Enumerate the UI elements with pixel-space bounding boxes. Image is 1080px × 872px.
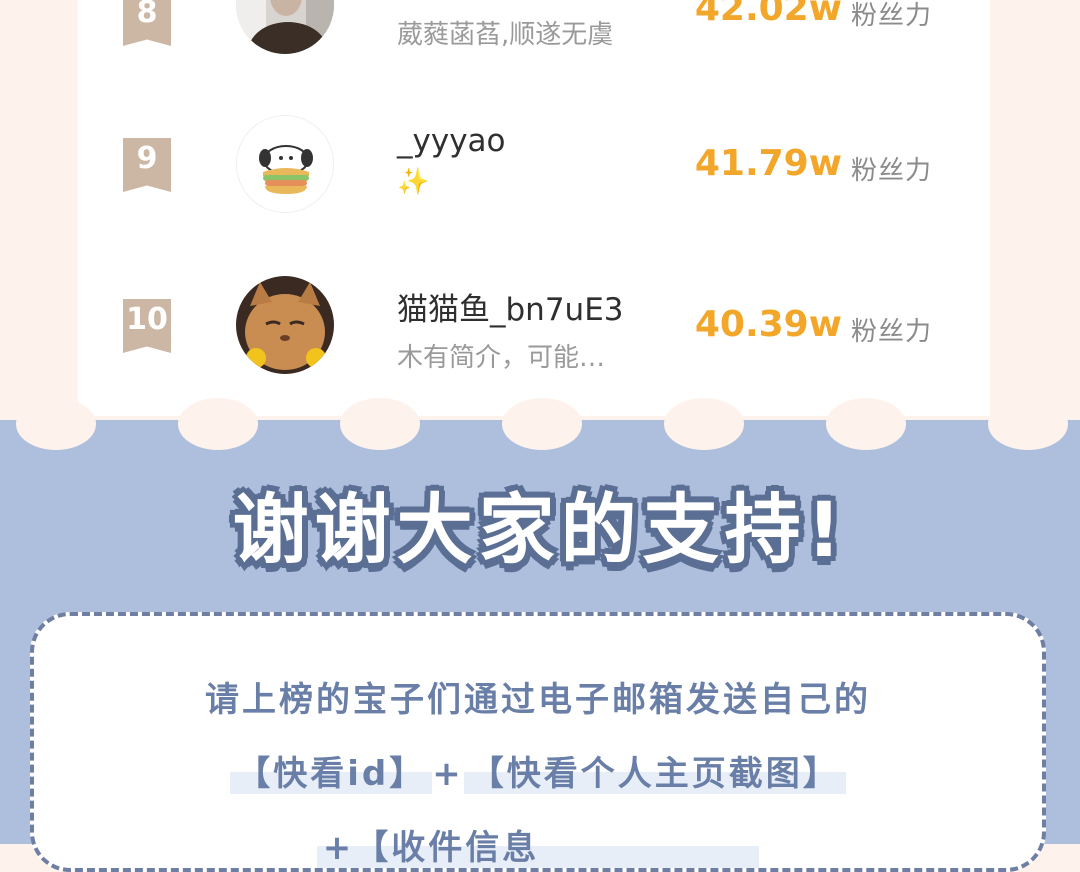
ranking-row[interactable]: 9 _yyyao ✨ 41.79w 粉丝力	[78, 112, 990, 242]
notice-line-2: 【快看id】 + 【快看个人主页截图】	[34, 746, 1042, 795]
scallop-decoration	[826, 398, 906, 450]
scallop-decoration	[664, 398, 744, 450]
rank-number: 10	[126, 302, 168, 337]
user-name[interactable]: 猫猫鱼_bn7uE3	[397, 284, 624, 329]
user-photo-icon	[236, 0, 334, 54]
fan-score-unit: 粉丝力	[851, 317, 933, 347]
rank-badge: 9	[123, 138, 171, 192]
ranking-row[interactable]: 10 猫猫鱼_bn7uE3 木有简介，可能… 40.39w 粉丝力	[78, 272, 990, 402]
homepage-screenshot-label: 【快看个人主页截图】	[463, 754, 846, 794]
ranking-card: 8 葳蕤菡萏,顺遂无虞 42.02w 粉丝力 9 _yyyao ✨ 41.79w…	[78, 0, 990, 416]
notice-line-1: 请上榜的宝子们通过电子邮箱发送自己的	[205, 680, 871, 720]
burger-dog-icon	[237, 116, 333, 212]
avatar[interactable]	[236, 115, 334, 213]
ranking-row[interactable]: 8 葳蕤菡萏,顺遂无虞 42.02w 粉丝力	[78, 0, 990, 68]
notice-box: 请上榜的宝子们通过电子邮箱发送自己的 【快看id】 + 【快看个人主页截图】 +【收…	[30, 612, 1046, 872]
cat-photo-icon	[236, 276, 334, 374]
scallop-decoration	[340, 398, 420, 450]
plus-sign: +	[432, 754, 464, 794]
fan-score-unit: 粉丝力	[851, 156, 933, 186]
user-bio: 木有简介，可能…	[397, 343, 606, 373]
scallop-decoration	[502, 398, 582, 450]
shipping-info-label: +【收件信息	[316, 828, 760, 868]
fan-score-unit: 粉丝力	[851, 1, 933, 31]
fan-score: 40.39w	[694, 304, 842, 345]
scallop-decoration	[16, 398, 96, 450]
scallop-decoration	[988, 398, 1068, 450]
fan-score: 41.79w	[694, 143, 842, 184]
user-bio: 葳蕤菡萏,顺遂无虞	[397, 20, 614, 50]
kuaikan-id-label: 【快看id】	[230, 754, 433, 794]
rank-badge: 8	[123, 0, 171, 46]
user-name[interactable]: _yyyao	[397, 123, 506, 159]
fan-score: 42.02w	[694, 0, 842, 29]
avatar[interactable]	[236, 276, 334, 374]
rank-badge: 10	[123, 299, 171, 353]
scallop-decoration	[178, 398, 258, 450]
thanks-title: 谢谢大家的支持!	[232, 485, 848, 574]
notice-line-3: +【收件信息	[34, 820, 1042, 869]
rank-number: 8	[136, 0, 158, 30]
avatar[interactable]	[236, 0, 334, 54]
user-bio: ✨	[397, 167, 430, 197]
rank-number: 9	[136, 141, 158, 176]
